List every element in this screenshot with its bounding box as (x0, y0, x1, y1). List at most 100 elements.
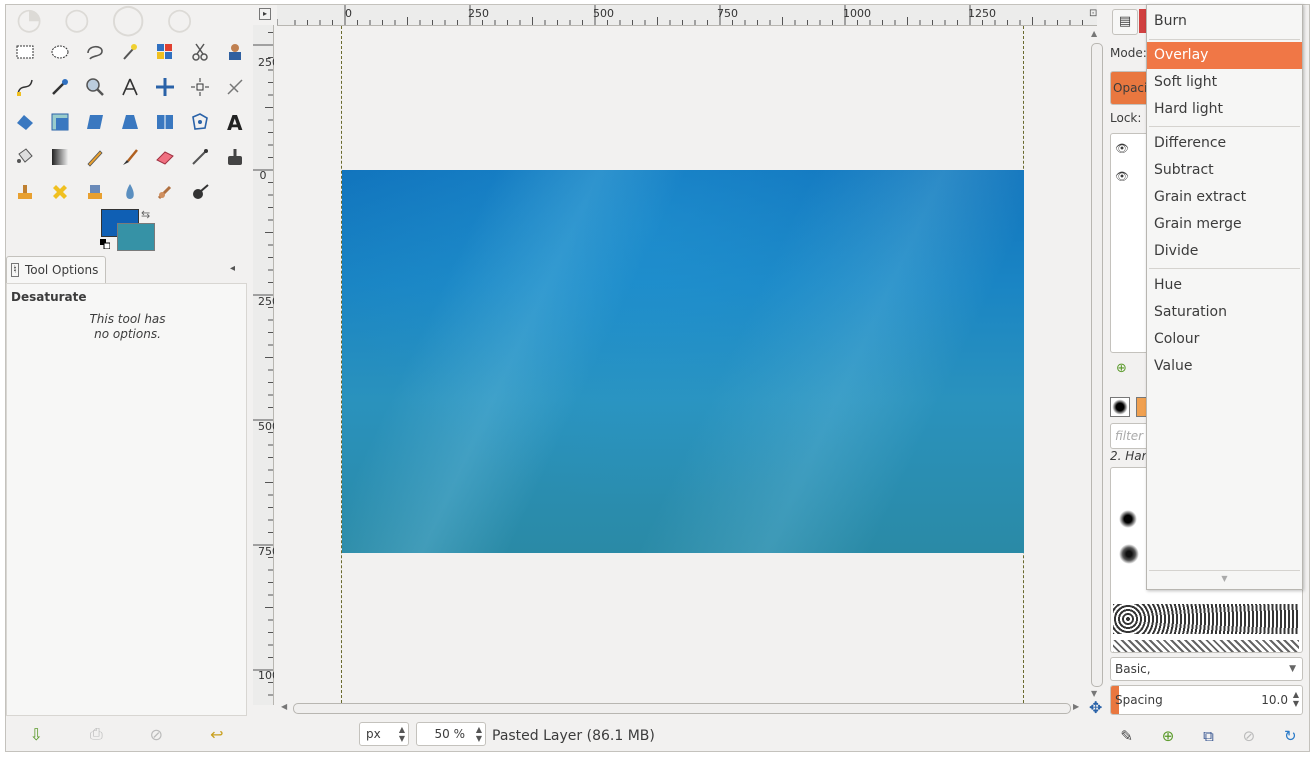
blur-tool-icon[interactable] (117, 179, 143, 205)
flip-tool-icon[interactable] (152, 109, 178, 135)
chevron-down-icon[interactable]: ▼ (1289, 658, 1296, 680)
save-options-icon[interactable]: ⇩ (29, 725, 42, 744)
fuzzy-select-tool-icon[interactable] (117, 39, 143, 65)
menu-item-saturation[interactable]: Saturation (1147, 299, 1302, 326)
restore-options-icon[interactable]: ⎙ (90, 724, 103, 744)
spacing-slider[interactable]: Spacing 10.0 ▲ ▼ (1110, 685, 1303, 715)
menu-item-subtract[interactable]: Subtract (1147, 157, 1302, 184)
menu-item-hue[interactable]: Hue (1147, 272, 1302, 299)
pencil-tool-icon[interactable] (82, 144, 108, 170)
brush-splatter-preview[interactable] (1119, 544, 1139, 564)
spin-arrows-icon[interactable]: ▲ ▼ (476, 725, 482, 743)
unit-selector[interactable]: px ▲ ▼ (359, 722, 409, 746)
menu-scroll-down[interactable]: ▼ (1149, 570, 1300, 587)
perspective-tool-icon[interactable] (117, 109, 143, 135)
text-tool-icon[interactable]: A (222, 109, 248, 135)
menu-item-grain-merge[interactable]: Grain merge (1147, 211, 1302, 238)
shear-tool-icon[interactable] (82, 109, 108, 135)
quick-mask-menu-icon[interactable]: ▸ (259, 8, 271, 20)
scroll-left-icon[interactable]: ◀ (281, 702, 287, 711)
horizontal-scrollbar[interactable]: ◀ ▶ (279, 702, 1083, 714)
refresh-brushes-icon[interactable]: ↻ (1284, 727, 1297, 745)
reset-options-icon[interactable]: ↩ (210, 725, 223, 744)
clone-tool-icon[interactable] (12, 179, 38, 205)
align-tool-icon[interactable] (187, 74, 213, 100)
heal-tool-icon[interactable] (47, 179, 73, 205)
menu-item-difference[interactable]: Difference (1147, 130, 1302, 157)
spin-arrows-icon[interactable]: ▲ ▼ (399, 725, 405, 743)
brush-view-icon[interactable] (1110, 397, 1130, 417)
delete-options-icon[interactable]: ⊘ (150, 725, 163, 744)
brush-texture-row-2[interactable] (1113, 640, 1299, 652)
delete-brush-icon[interactable]: ⊘ (1243, 727, 1256, 745)
menu-item-soft-light[interactable]: Soft light (1147, 69, 1302, 96)
background-color[interactable] (117, 223, 155, 251)
tab-tool-options[interactable]: ♮ Tool Options (6, 256, 106, 283)
layer-visibility-icon[interactable]: 👁 (1115, 142, 1129, 155)
zoom-fit-toggle-icon[interactable]: ⊡ (1089, 8, 1097, 19)
wilber-drop-area[interactable]: ◔ ○ ◯ ○ (16, 5, 241, 35)
brush-preset-select[interactable]: Basic, ▼ (1110, 657, 1303, 681)
brush-texture-row[interactable] (1113, 604, 1299, 634)
menu-item-hard-light[interactable]: Hard light (1147, 96, 1302, 123)
scroll-right-icon[interactable]: ▶ (1073, 702, 1079, 711)
brush-hard-preview[interactable] (1119, 510, 1137, 528)
measure-tool-icon[interactable] (117, 74, 143, 100)
airbrush-tool-icon[interactable] (187, 144, 213, 170)
rotate-tool-icon[interactable] (12, 109, 38, 135)
menu-item-grain-extract[interactable]: Grain extract (1147, 184, 1302, 211)
vertical-scrollbar[interactable]: ▲ ▼ (1090, 29, 1103, 699)
duplicate-brush-icon[interactable]: ⧉ (1203, 727, 1214, 745)
horizontal-ruler[interactable]: 0 250 500 750 1000 1250 (277, 5, 1097, 26)
navigate-icon[interactable]: ✥ (1089, 700, 1102, 716)
smudge-tool-icon[interactable] (152, 179, 178, 205)
crop-tool-icon[interactable] (222, 74, 248, 100)
zoom-selector[interactable]: 50 % ▲ ▼ (416, 722, 486, 746)
canvas-viewport[interactable] (274, 26, 1086, 703)
move-tool-icon[interactable] (152, 74, 178, 100)
brush-filter-input[interactable]: filter (1110, 423, 1150, 449)
menu-item-colour[interactable]: Colour (1147, 326, 1302, 353)
free-select-tool-icon[interactable] (82, 39, 108, 65)
select-by-color-tool-icon[interactable] (152, 39, 178, 65)
zoom-tool-icon[interactable] (82, 74, 108, 100)
vertical-ruler[interactable]: 250 0 250 500 750 1000 (253, 25, 286, 705)
foreground-select-tool-icon[interactable] (222, 39, 248, 65)
scroll-up-icon[interactable]: ▲ (1091, 29, 1097, 38)
layer-visibility-icon[interactable]: 👁 (1115, 170, 1129, 183)
brush-filter-placeholder: filter (1115, 429, 1144, 443)
layers-tab-icon[interactable]: ▤ (1112, 9, 1138, 35)
rect-select-tool-icon[interactable] (12, 39, 38, 65)
scissors-tool-icon[interactable] (187, 39, 213, 65)
horizontal-scroll-thumb[interactable] (293, 703, 1071, 714)
paintbrush-tool-icon[interactable] (117, 144, 143, 170)
swap-colors-icon[interactable]: ⇆ (141, 208, 150, 221)
edit-brush-icon[interactable]: ✎ (1120, 727, 1133, 745)
paths-tool-icon[interactable] (12, 74, 38, 100)
spin-arrows-icon[interactable]: ▲ ▼ (1293, 690, 1299, 708)
menu-item-divide[interactable]: Divide (1147, 238, 1302, 265)
menu-item-burn[interactable]: Burn (1147, 8, 1302, 35)
color-picker-tool-icon[interactable] (47, 74, 73, 100)
layers-list[interactable]: 👁 👁 (1110, 133, 1150, 353)
ellipse-select-tool-icon[interactable] (47, 39, 73, 65)
cage-transform-tool-icon[interactable] (187, 109, 213, 135)
new-layer-icon[interactable]: ⊕ (1116, 361, 1127, 376)
new-brush-icon[interactable]: ⊕ (1162, 727, 1175, 745)
blend-tool-icon[interactable] (47, 144, 73, 170)
menu-item-overlay[interactable]: Overlay (1147, 42, 1302, 69)
scale-tool-icon[interactable] (47, 109, 73, 135)
tab-menu-icon[interactable]: ◂ (230, 263, 235, 274)
eraser-tool-icon[interactable] (152, 144, 178, 170)
scroll-down-icon[interactable]: ▼ (1091, 689, 1097, 698)
ink-tool-icon[interactable] (222, 144, 248, 170)
opacity-field[interactable]: Opaci (1110, 71, 1150, 105)
menu-item-value[interactable]: Value (1147, 353, 1302, 380)
vertical-scroll-thumb[interactable] (1091, 43, 1103, 687)
dodge-burn-tool-icon[interactable] (187, 179, 213, 205)
ruler-label: 1250 (968, 7, 996, 20)
perspective-clone-tool-icon[interactable] (82, 179, 108, 205)
pasted-layer-image[interactable] (342, 170, 1024, 553)
bucket-fill-tool-icon[interactable] (12, 144, 38, 170)
default-colors-icon[interactable] (100, 239, 110, 249)
